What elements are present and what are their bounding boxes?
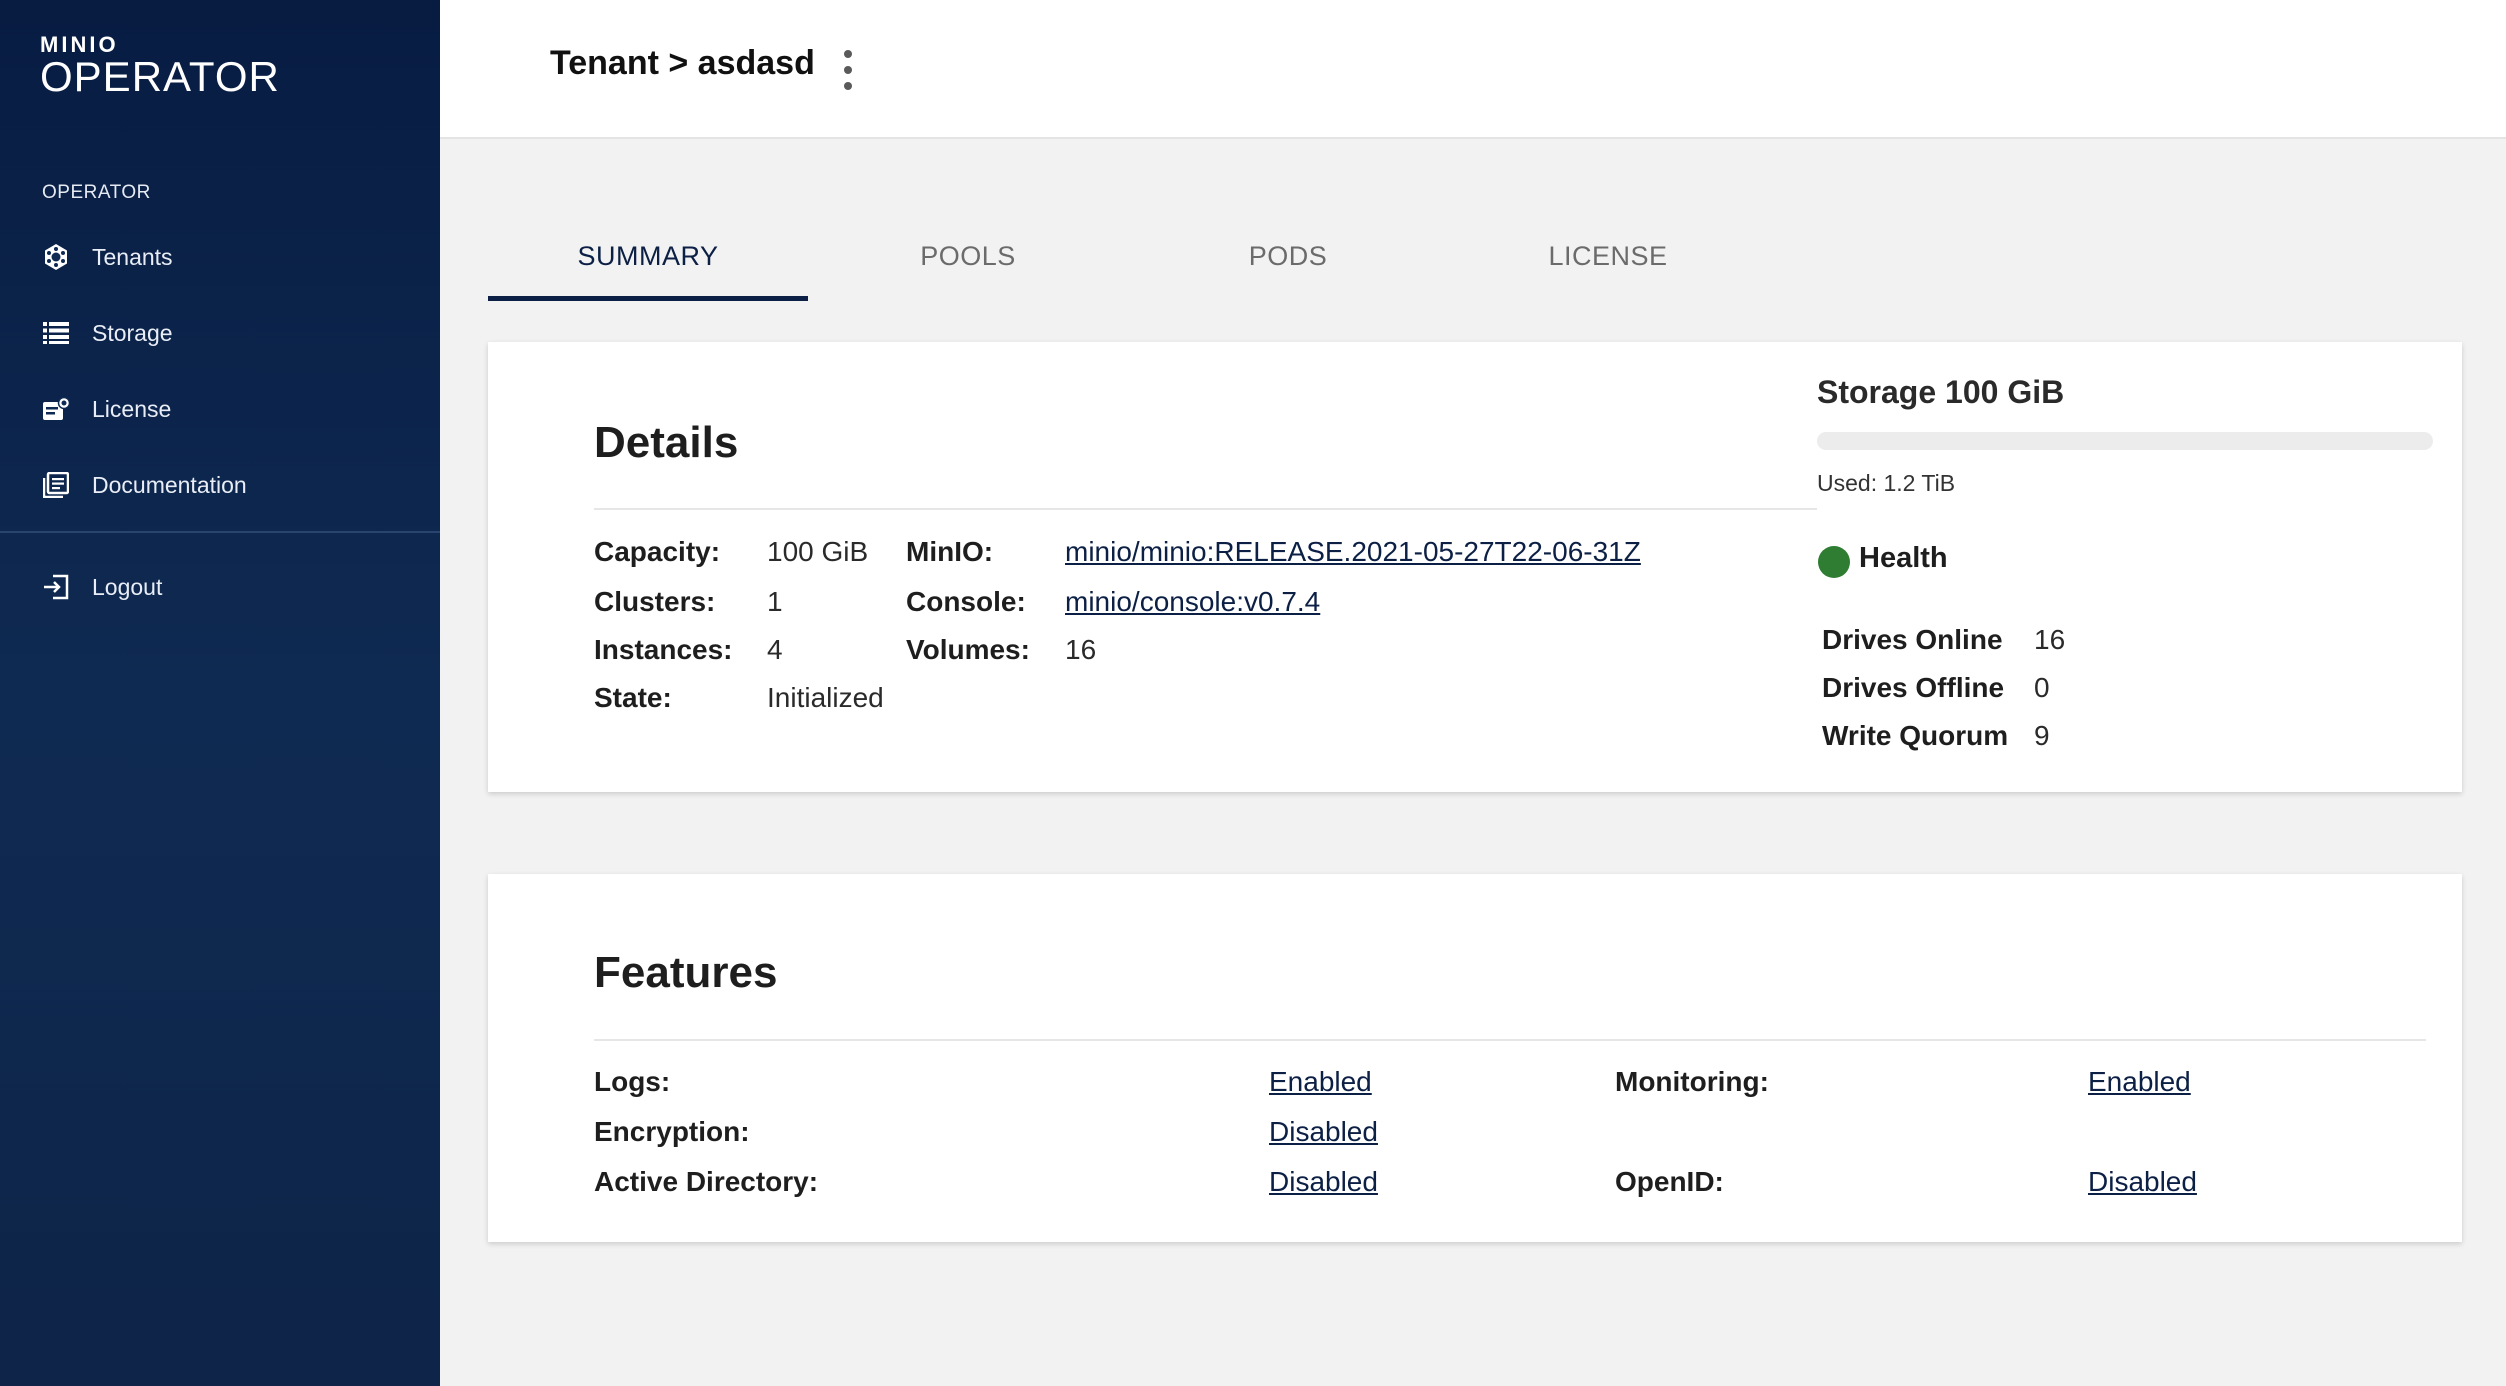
logs-label: Logs: xyxy=(594,1066,671,1097)
clusters-value: 1 xyxy=(767,586,783,617)
clusters-label: Clusters: xyxy=(594,586,716,617)
sidebar-item-label: License xyxy=(92,395,172,422)
license-icon xyxy=(40,393,72,425)
monitoring-label: Monitoring: xyxy=(1615,1066,1769,1097)
details-divider xyxy=(594,508,1817,510)
features-card: Features Logs: Enabled Encryption: Disab… xyxy=(488,874,2462,1242)
health-status-dot xyxy=(1818,546,1850,578)
sidebar-item-storage[interactable]: Storage xyxy=(40,308,173,358)
volumes-label: Volumes: xyxy=(906,634,1030,665)
logo-big-text: OPERATOR xyxy=(40,53,280,100)
documentation-icon xyxy=(40,469,72,501)
sidebar-item-label: Storage xyxy=(92,319,173,346)
instances-label: Instances: xyxy=(594,634,733,665)
console-image-link[interactable]: minio/console:v0.7.4 xyxy=(1065,586,1320,618)
encryption-status-link[interactable]: Disabled xyxy=(1269,1116,1378,1148)
storage-icon xyxy=(40,317,72,349)
sidebar-divider xyxy=(0,531,440,533)
sidebar-item-label: Tenants xyxy=(92,243,173,270)
active-directory-label: Active Directory: xyxy=(594,1166,819,1197)
capacity-value: 100 GiB xyxy=(767,536,869,567)
minio-operator-logo[interactable]: MINIO OPERATOR xyxy=(40,34,280,98)
storage-usage-bar xyxy=(1817,432,2433,450)
minio-label: MinIO: xyxy=(906,536,994,567)
monitoring-status-link[interactable]: Enabled xyxy=(2088,1066,2191,1098)
details-card: Details Capacity: 100 GiB Clusters: 1 In… xyxy=(488,342,2462,792)
tenants-icon xyxy=(40,241,72,273)
volumes-value: 16 xyxy=(1065,634,1097,665)
tab-summary[interactable]: SUMMARY xyxy=(488,210,808,302)
instances-value: 4 xyxy=(767,634,783,665)
drives-online-value: 16 xyxy=(2034,624,2066,655)
write-quorum-label: Write Quorum xyxy=(1822,720,2009,751)
drives-online-label: Drives Online xyxy=(1822,624,2003,655)
console-label: Console: xyxy=(906,586,1026,617)
sidebar-item-label: Documentation xyxy=(92,471,247,498)
state-value: Initialized xyxy=(767,682,884,713)
active-directory-status-link[interactable]: Disabled xyxy=(1269,1166,1378,1198)
page-header: Tenant > asdasd xyxy=(440,0,2506,139)
state-label: State: xyxy=(594,682,672,713)
logout-icon xyxy=(40,571,72,603)
features-title: Features xyxy=(594,948,778,997)
nav-section-label: OPERATOR xyxy=(42,182,151,203)
page-title: Tenant > asdasd xyxy=(550,44,815,82)
more-options-icon[interactable] xyxy=(838,50,858,90)
openid-status-link[interactable]: Disabled xyxy=(2088,1166,2197,1198)
active-tab-indicator xyxy=(488,296,808,301)
encryption-label: Encryption: xyxy=(594,1116,750,1147)
features-divider xyxy=(594,1039,2426,1041)
sidebar-item-documentation[interactable]: Documentation xyxy=(40,460,247,510)
drives-offline-value: 0 xyxy=(2034,672,2050,703)
sidebar-item-logout[interactable]: Logout xyxy=(40,562,162,612)
write-quorum-value: 9 xyxy=(2034,720,2050,751)
details-title: Details xyxy=(594,418,739,467)
logs-status-link[interactable]: Enabled xyxy=(1269,1066,1372,1098)
sidebar-item-tenants[interactable]: Tenants xyxy=(40,232,173,282)
health-label: Health xyxy=(1859,542,1948,574)
capacity-label: Capacity: xyxy=(594,536,721,567)
openid-label: OpenID: xyxy=(1615,1166,1724,1197)
tab-license[interactable]: LICENSE xyxy=(1448,210,1768,302)
tab-bar: SUMMARY POOLS PODS LICENSE xyxy=(488,210,1772,302)
minio-image-link[interactable]: minio/minio:RELEASE.2021-05-27T22-06-31Z xyxy=(1065,536,1641,568)
storage-used-text: Used: 1.2 TiB xyxy=(1817,470,1956,496)
sidebar: MINIO OPERATOR OPERATOR Tenants Storage … xyxy=(0,0,440,1386)
drives-offline-label: Drives Offline xyxy=(1822,672,2005,703)
sidebar-item-license[interactable]: License xyxy=(40,384,171,434)
tab-pools[interactable]: POOLS xyxy=(808,210,1128,302)
storage-title: Storage 100 GiB xyxy=(1817,374,2065,410)
tab-pods[interactable]: PODS xyxy=(1128,210,1448,302)
sidebar-item-label: Logout xyxy=(92,573,163,600)
